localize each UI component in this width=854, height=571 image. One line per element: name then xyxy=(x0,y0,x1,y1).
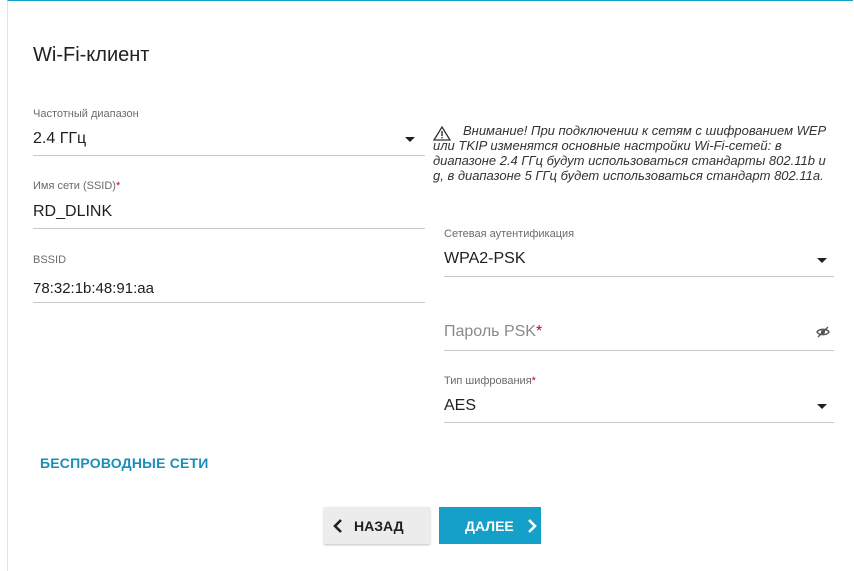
chevron-down-icon xyxy=(817,258,827,263)
chevron-right-icon xyxy=(527,518,537,533)
chevron-left-icon xyxy=(333,518,342,533)
warning-text: Внимание! При подключении к сетям с шифр… xyxy=(433,123,826,183)
bssid-field[interactable]: BSSID 78:32:1b:48:91:aa xyxy=(33,250,425,303)
cipher-select[interactable]: Тип шифрования* AES xyxy=(444,371,834,423)
psk-underline xyxy=(444,350,834,351)
band-select[interactable]: Частотный диапазон 2.4 ГГц xyxy=(33,104,425,156)
ssid-underline xyxy=(33,228,425,229)
ssid-value: RD_DLINK xyxy=(33,203,113,220)
cipher-underline xyxy=(444,422,834,423)
next-button-label: ДАЛЕЕ xyxy=(465,517,514,534)
band-label: Частотный диапазон xyxy=(33,108,139,120)
bssid-label: BSSID xyxy=(33,254,67,266)
page-title: Wi-Fi-клиент xyxy=(33,44,150,66)
band-underline xyxy=(33,155,425,156)
warning-triangle-icon xyxy=(433,126,451,141)
auth-label: Сетевая аутентификация xyxy=(444,228,575,240)
bssid-value: 78:32:1b:48:91:aa xyxy=(33,280,154,297)
ssid-field[interactable]: Имя сети (SSID)* RD_DLINK xyxy=(33,176,425,229)
ssid-label: Имя сети (SSID)* xyxy=(33,180,121,192)
bssid-underline xyxy=(33,302,425,303)
back-button-label: НАЗАД xyxy=(354,517,404,534)
cipher-value: AES xyxy=(444,397,477,414)
psk-password-field[interactable]: Пароль PSK* xyxy=(444,318,834,351)
chevron-down-icon xyxy=(405,137,415,142)
band-value: 2.4 ГГц xyxy=(33,130,87,147)
wireless-networks-link[interactable]: БЕСПРОВОДНЫЕ СЕТИ xyxy=(40,455,209,471)
cipher-label: Тип шифрования* xyxy=(444,375,536,387)
auth-value: WPA2-PSK xyxy=(444,250,526,267)
psk-placeholder: Пароль PSK* xyxy=(444,323,543,340)
chevron-down-icon xyxy=(817,404,827,409)
eye-off-icon[interactable] xyxy=(816,325,830,339)
back-button[interactable]: НАЗАД xyxy=(324,507,430,544)
auth-underline xyxy=(444,276,834,277)
warning-notice: Внимание! При подключении к сетям с шифр… xyxy=(433,123,831,183)
auth-select[interactable]: Сетевая аутентификация WPA2-PSK xyxy=(444,224,834,277)
next-button[interactable]: ДАЛЕЕ xyxy=(439,507,541,544)
